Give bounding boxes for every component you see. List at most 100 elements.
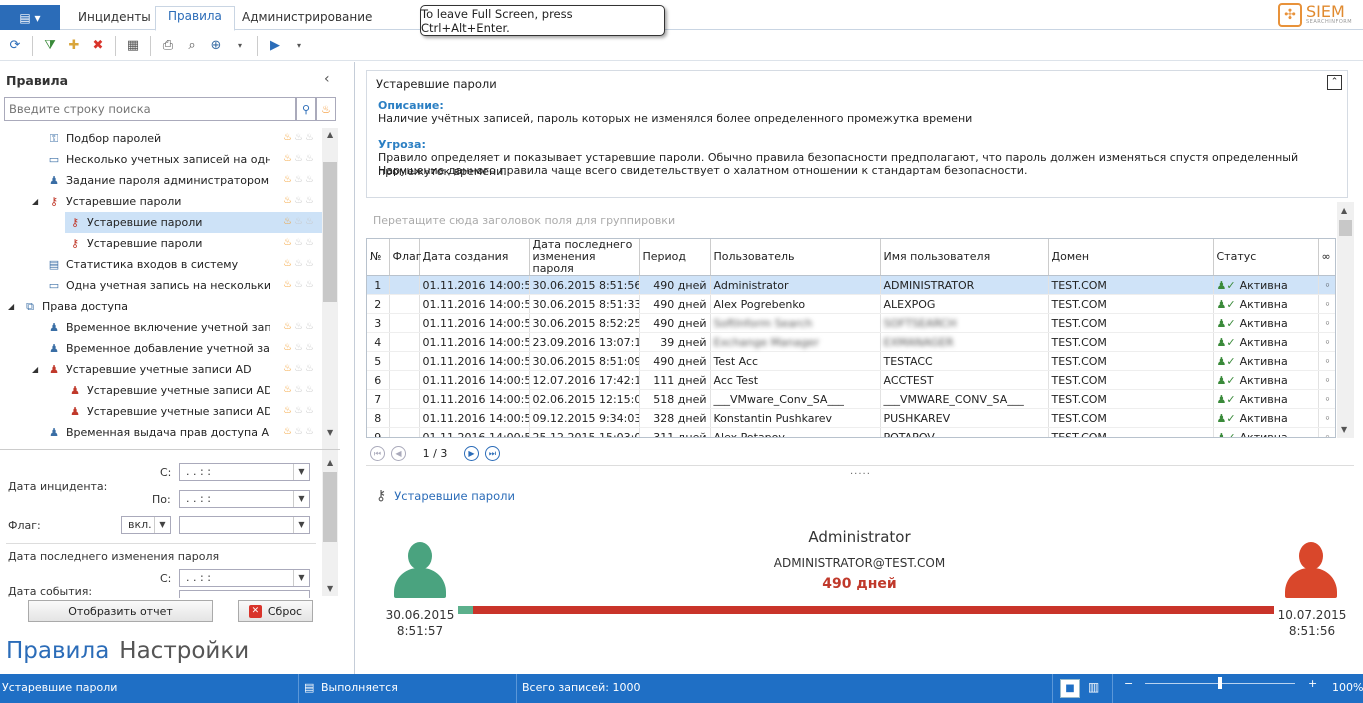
tree-item[interactable]: ♟ Временное добавление учетной запи ♨♨♨ xyxy=(0,338,322,359)
users-icon: ♟ xyxy=(49,342,59,355)
column-header[interactable]: Дата последнего изменения пароля xyxy=(529,239,640,276)
tree-item[interactable]: ⚷ Устаревшие пароли ♨♨♨ xyxy=(65,233,322,254)
column-header[interactable]: Статус xyxy=(1213,239,1319,276)
chevron-down-icon[interactable]: ▼ xyxy=(154,517,170,533)
first-page-icon[interactable]: ⏮ xyxy=(370,445,385,461)
filter-check-icon[interactable]: ⧩ xyxy=(39,35,61,57)
table-row[interactable]: 4 01.11.2016 14:00:57 23.09.2016 13:07:13 3… xyxy=(367,332,1335,352)
group-by-hint[interactable]: Перетащите сюда заголовок поля для групп… xyxy=(373,214,675,227)
grid-scroll-thumb[interactable] xyxy=(1339,220,1352,236)
chevron-down-icon[interactable]: ▼ xyxy=(293,570,309,586)
expand-arrow-icon[interactable]: ◢ xyxy=(32,197,38,206)
table-cell: 4 xyxy=(367,332,390,352)
tab-incidents[interactable]: Инциденты xyxy=(66,8,163,30)
scroll-down-icon[interactable]: ▼ xyxy=(327,428,333,437)
table-row[interactable]: 8 01.11.2016 14:00:57 09.12.2015 9:34:03 32… xyxy=(367,408,1335,428)
normal-view-icon[interactable]: ■ xyxy=(1060,679,1080,698)
app-menu-button[interactable]: ▤ ▾ xyxy=(0,5,60,30)
add-rule-icon[interactable]: ✚ xyxy=(63,35,85,57)
tab-administration[interactable]: Администрирование xyxy=(230,8,384,30)
print-preview-icon[interactable]: ⌕ xyxy=(181,35,203,57)
table-row[interactable]: 7 01.11.2016 14:00:57 02.06.2015 12:15:02 5… xyxy=(367,389,1335,409)
collapse-panel-icon[interactable]: ‹ xyxy=(324,71,330,87)
chevron-down-icon[interactable]: ▾ xyxy=(229,35,251,57)
table-row[interactable]: 3 01.11.2016 14:00:57 30.06.2015 8:52:25 49… xyxy=(367,313,1335,333)
chevron-down-icon[interactable]: ▼ xyxy=(293,517,309,533)
tree-item[interactable]: ♟ Устаревшие учетные записи AD ♨♨♨ xyxy=(65,380,322,401)
column-header[interactable]: Период xyxy=(639,239,711,276)
flag-select[interactable]: вкл. ▼ xyxy=(121,516,171,534)
tree-item[interactable]: ♟ Временное включение учетной запи ♨♨♨ xyxy=(0,317,322,338)
scroll-up-icon[interactable]: ▲ xyxy=(1341,206,1347,215)
next-page-icon[interactable]: ▶ xyxy=(464,445,479,461)
tab-rules[interactable]: Правила xyxy=(155,6,235,31)
zoom-slider-knob[interactable] xyxy=(1218,677,1222,689)
table-cell: ___VMware_Conv_SA___ xyxy=(710,389,881,409)
tree-scroll-thumb[interactable] xyxy=(323,162,337,302)
rule-search-input[interactable] xyxy=(4,97,296,121)
prev-page-icon[interactable]: ◀ xyxy=(391,445,406,461)
column-header[interactable]: Имя пользователя xyxy=(880,239,1049,276)
scroll-down-icon[interactable]: ▼ xyxy=(1341,425,1347,434)
panel-splitter[interactable]: ..... xyxy=(850,466,871,477)
print-icon[interactable]: ⎙ xyxy=(157,35,179,57)
nav-settings[interactable]: Настройки xyxy=(119,638,249,664)
table-row[interactable]: 9 01.11.2016 14:00:58 25.12.2015 15:03:07 3… xyxy=(367,427,1335,437)
show-report-button[interactable]: Отобразить отчет xyxy=(28,600,213,622)
chevron-down-icon[interactable]: ▾ xyxy=(288,35,310,57)
pwd-date-from-field[interactable]: . . : : ▼ xyxy=(179,569,310,587)
tree-item[interactable]: ♟ Задание пароля администратором до ♨♨♨ xyxy=(0,170,322,191)
tree-item[interactable]: ◢ ⧉ Права доступа xyxy=(0,296,322,317)
chevron-down-icon[interactable]: ▼ xyxy=(293,464,309,480)
table-row[interactable]: 6 01.11.2016 14:00:57 12.07.2016 17:42:13 1… xyxy=(367,370,1335,390)
column-header[interactable]: Дата создания xyxy=(419,239,530,276)
delete-rule-icon[interactable]: ✖ xyxy=(87,35,109,57)
tree-item[interactable]: ♟ Устаревшие учетные записи AD ♨♨♨ xyxy=(65,401,322,422)
grid-scrollbar[interactable]: ▲ ▼ xyxy=(1337,202,1354,438)
flag-value-field[interactable]: ▼ xyxy=(179,516,310,534)
filter-scroll-thumb[interactable] xyxy=(323,472,337,542)
incident-date-to-field[interactable]: . . : : ▼ xyxy=(179,490,310,508)
table-row[interactable]: 5 01.11.2016 14:00:57 30.06.2015 8:51:09 49… xyxy=(367,351,1335,371)
search-icon[interactable]: ⚲ xyxy=(296,97,316,121)
threat-text-2: Нарушение данного правила чаще всего сви… xyxy=(378,164,1028,177)
severity-flame-icons: ♨♨♨ xyxy=(283,279,316,290)
severity-flame-icons: ♨♨♨ xyxy=(283,132,316,143)
chevron-down-icon[interactable]: ▼ xyxy=(293,491,309,507)
table-row[interactable]: 1 01.11.2016 14:00:57 30.06.2015 8:51:56 49… xyxy=(367,275,1335,295)
expand-arrow-icon[interactable]: ◢ xyxy=(8,302,14,311)
column-header[interactable]: Пользователь xyxy=(710,239,881,276)
expand-arrow-icon[interactable]: ◢ xyxy=(32,365,38,374)
tree-item[interactable]: ◢ ⚷ Устаревшие пароли ♨♨♨ xyxy=(0,191,322,212)
tree-item[interactable]: ⚷ Устаревшие пароли ♨♨♨ xyxy=(65,212,322,233)
export-icon[interactable]: ⊕ xyxy=(205,35,227,57)
table-row[interactable]: 2 01.11.2016 14:00:57 30.06.2015 8:51:33 49… xyxy=(367,294,1335,314)
refresh-icon[interactable]: ⟳ xyxy=(4,35,26,57)
collapse-up-icon[interactable]: ⌃ xyxy=(1327,75,1342,90)
tree-item[interactable]: ▭ Несколько учетных записей на одно ♨♨♨ xyxy=(0,149,322,170)
reading-view-icon[interactable]: ▥ xyxy=(1088,680,1099,694)
tree-item[interactable]: ▤ Статистика входов в систему ♨♨♨ xyxy=(0,254,322,275)
scroll-up-icon[interactable]: ▲ xyxy=(327,130,333,139)
scroll-down-icon[interactable]: ▼ xyxy=(327,584,333,593)
zoom-out-icon[interactable]: − xyxy=(1124,677,1133,690)
table-cell xyxy=(389,351,420,371)
last-page-icon[interactable]: ⏭ xyxy=(485,445,500,461)
tree-item[interactable]: ♟ Временная выдача прав доступа AD ♨♨♨ xyxy=(0,422,322,443)
column-header[interactable]: Флаг xyxy=(389,239,422,276)
tree-item[interactable]: ◢ ♟ Устаревшие учетные записи AD ♨♨♨ xyxy=(0,359,322,380)
incident-date-from-field[interactable]: . . : : ▼ xyxy=(179,463,310,481)
properties-icon[interactable]: ▦ xyxy=(122,35,144,57)
run-rule-icon[interactable]: ▶ xyxy=(264,35,286,57)
scroll-up-icon[interactable]: ▲ xyxy=(327,458,333,467)
reset-button[interactable]: ✕ Сброс xyxy=(238,600,313,622)
flame-filter-icon[interactable]: ♨ xyxy=(316,97,336,121)
column-header[interactable]: № xyxy=(367,239,390,276)
column-header[interactable]: Домен xyxy=(1048,239,1214,276)
table-cell: ♟✓ Активна xyxy=(1213,332,1319,352)
nav-rules[interactable]: Правила xyxy=(6,638,109,664)
tree-item[interactable]: ▭ Одна учетная запись на нескольких П ♨♨♨ xyxy=(0,275,322,296)
column-header[interactable]: ∞ xyxy=(1318,239,1335,276)
tree-item[interactable]: ⚿ Подбор паролей ♨♨♨ xyxy=(0,128,322,149)
zoom-in-icon[interactable]: + xyxy=(1308,677,1317,690)
